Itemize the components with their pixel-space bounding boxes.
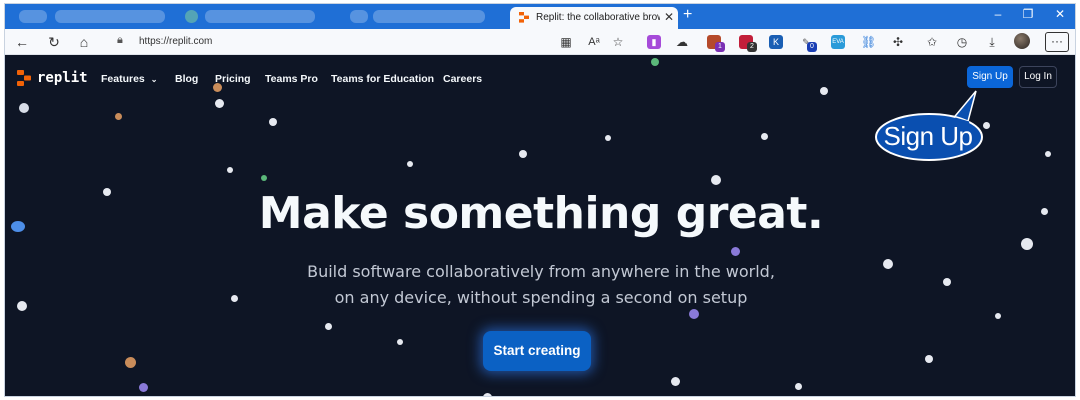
hero-subtitle-line-2: on any device, without spending a second…	[334, 288, 748, 307]
extension-k-icon[interactable]: K	[769, 35, 783, 49]
nav-pricing[interactable]: Pricing	[215, 73, 251, 85]
nav-teams-pro[interactable]: Teams Pro	[265, 73, 318, 85]
replit-logo[interactable]: replit	[17, 70, 88, 86]
background-dot	[227, 167, 233, 173]
background-dot	[139, 383, 148, 392]
avatar[interactable]	[1014, 33, 1030, 49]
background-dot	[671, 377, 680, 386]
extension-onenote-icon[interactable]: ▮	[647, 35, 661, 49]
url-text: https://replit.com	[139, 36, 213, 47]
blurred-tab-icon[interactable]	[185, 10, 198, 23]
extension-cloud-icon[interactable]: ☁	[675, 35, 689, 49]
new-tab-button[interactable]: +	[683, 6, 692, 24]
close-tab-icon[interactable]: ✕	[664, 10, 674, 24]
nav-features[interactable]: Features ⌄	[101, 73, 157, 85]
background-dot	[407, 161, 413, 167]
blurred-tab[interactable]	[55, 10, 165, 23]
browser-toolbar: ← ↻ ⌂ 🔒︎ https://replit.com ▦ Aᵃ ☆ ▮ ☁ 1…	[5, 29, 1075, 55]
extension-link-icon[interactable]: ⛓	[861, 35, 876, 49]
background-dot	[397, 339, 403, 345]
background-dot	[483, 393, 492, 396]
lock-icon[interactable]: 🔒︎	[117, 34, 123, 47]
nav-features-label: Features	[101, 73, 145, 85]
home-icon[interactable]: ⌂	[75, 33, 93, 51]
blurred-tab[interactable]	[373, 10, 485, 23]
background-dot	[731, 247, 740, 256]
replit-favicon-icon	[519, 12, 529, 23]
browser-window: Replit: the collaborative browser ✕ + – …	[4, 3, 1076, 397]
reading-view-icon[interactable]: ▦	[557, 33, 575, 51]
hero-subtitle-line-1: Build software collaboratively from anyw…	[307, 262, 775, 281]
log-in-button[interactable]: Log In	[1019, 66, 1057, 88]
tab-strip: Replit: the collaborative browser ✕ + – …	[5, 4, 1075, 29]
background-dot	[215, 99, 224, 108]
brand-name: replit	[37, 70, 88, 86]
annotation-callout-text: Sign Up	[883, 121, 974, 151]
background-dot	[761, 133, 768, 140]
blurred-tab[interactable]	[205, 10, 315, 23]
nav-teams-education[interactable]: Teams for Education	[331, 73, 434, 85]
background-dot	[820, 87, 828, 95]
background-dot	[269, 118, 277, 126]
background-dot	[1045, 151, 1051, 157]
background-dot	[261, 175, 267, 181]
replit-logo-icon	[17, 70, 31, 86]
nav-blog[interactable]: Blog	[175, 73, 198, 85]
start-creating-button[interactable]: Start creating	[483, 331, 591, 371]
background-dot	[519, 150, 527, 158]
minimize-button[interactable]: –	[983, 7, 1013, 21]
download-icon[interactable]: ⤓	[983, 33, 1001, 51]
background-dot	[605, 135, 611, 141]
extension-badge-count: 0	[807, 42, 817, 52]
background-dot	[125, 357, 136, 368]
hero-title: Make something great.	[258, 188, 824, 239]
extension-badge-count: 2	[747, 42, 757, 52]
chevron-down-icon: ⌄	[150, 75, 158, 84]
refresh-icon[interactable]: ↻	[45, 33, 63, 51]
background-dot	[1021, 238, 1033, 250]
background-dot	[689, 309, 699, 319]
background-dot	[325, 323, 332, 330]
background-dot	[115, 113, 122, 120]
back-arrow-icon[interactable]: ←	[13, 33, 31, 51]
nav-careers[interactable]: Careers	[443, 73, 482, 85]
background-dot	[795, 383, 802, 390]
extension-badge-count: 1	[715, 42, 725, 52]
background-dot	[995, 313, 1001, 319]
background-dot	[19, 103, 29, 113]
active-tab[interactable]: Replit: the collaborative browser ✕	[510, 7, 678, 29]
favorites-icon[interactable]: ✩	[923, 33, 941, 51]
blurred-tab-icon[interactable]	[19, 10, 47, 23]
settings-menu-button[interactable]: ···	[1045, 32, 1069, 52]
read-aloud-icon[interactable]: Aᵃ	[585, 33, 603, 51]
extensions-puzzle-icon[interactable]: ✣	[891, 35, 905, 49]
maximize-button[interactable]: ❐	[1013, 7, 1043, 21]
close-window-button[interactable]: ✕	[1045, 7, 1075, 21]
blurred-tab-icon[interactable]	[350, 10, 368, 23]
tab-title: Replit: the collaborative browser	[536, 12, 660, 23]
extension-eva-icon[interactable]: EVA	[831, 35, 845, 49]
replit-homepage: replit Features ⌄ Blog Pricing Teams Pro …	[5, 55, 1075, 396]
background-dot	[925, 355, 933, 363]
history-icon[interactable]: ◷	[953, 33, 971, 51]
background-dot	[651, 58, 659, 66]
add-favorite-icon[interactable]: ☆	[609, 33, 627, 51]
background-dot	[711, 175, 721, 185]
